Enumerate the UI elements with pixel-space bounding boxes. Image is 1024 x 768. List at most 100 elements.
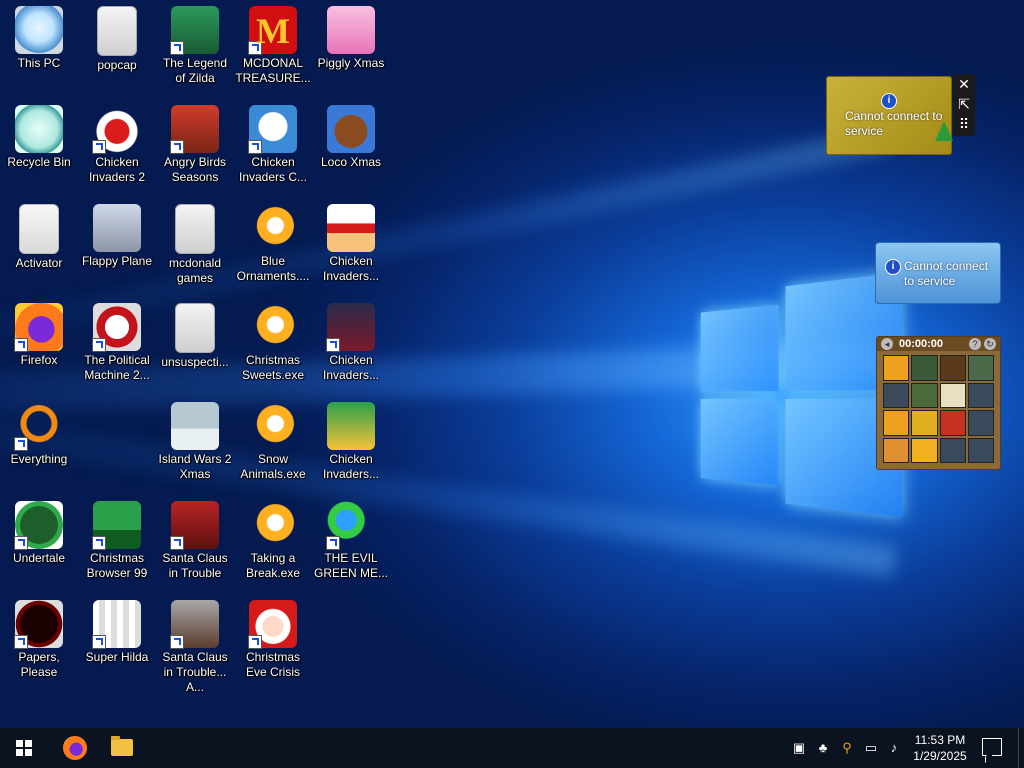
xmas-game-icon — [249, 303, 297, 351]
desktop-icon-chicken-invaders-b[interactable]: Chicken Invaders... — [312, 297, 390, 383]
resize-icon[interactable]: ⇱ — [953, 94, 975, 114]
xmas-game-icon — [249, 204, 297, 252]
clock-time: 11:53 PM — [914, 733, 966, 747]
drag-handle-icon[interactable]: ⠿ — [953, 114, 975, 134]
taskbar: ▣ ♣ ⚲ ▭ ♪ 11:53 PM 1/29/2025 — [0, 728, 1024, 768]
desktop-icon-chicken-invaders-c[interactable]: Chicken Invaders C... — [234, 99, 312, 185]
puzzle-tile[interactable] — [967, 382, 994, 408]
puzzle-tile[interactable] — [967, 355, 994, 381]
desktop-icon-christmas-eve-crisis[interactable]: Christmas Eve Crisis — [234, 594, 312, 680]
help-icon[interactable]: ? — [969, 338, 981, 350]
desktop-icon-christmas-browser-99[interactable]: Christmas Browser 99 — [78, 495, 156, 581]
desktop-icon-taking-a-break[interactable]: Taking a Break.exe — [234, 495, 312, 581]
puzzle-tile[interactable] — [939, 437, 966, 463]
info-icon: i — [881, 93, 897, 109]
desktop-icon-activator[interactable]: Activator — [0, 198, 78, 271]
shortcut-arrow-icon — [14, 437, 28, 451]
start-button[interactable] — [0, 728, 48, 768]
puzzle-tile[interactable] — [911, 355, 938, 381]
desktop-icon-mcdonald-games[interactable]: mcdonald games — [156, 198, 234, 286]
notification-center-icon[interactable] — [982, 738, 1002, 756]
folder-icon — [175, 204, 215, 254]
desktop-icon-evil-green-messenger[interactable]: THE EVIL GREEN ME... — [312, 495, 390, 581]
shortcut-arrow-icon — [92, 635, 106, 649]
puzzle-tile[interactable] — [911, 382, 938, 408]
shortcut-arrow-icon — [14, 536, 28, 550]
desktop-icon-mcdonal-treasure[interactable]: MCDONAL TREASURE... — [234, 0, 312, 86]
folder-icon — [175, 303, 215, 353]
computer-icon — [15, 6, 63, 54]
taskbar-file-explorer-button[interactable] — [99, 728, 147, 768]
shortcut-arrow-icon — [14, 635, 28, 649]
desktop-icon-this-pc[interactable]: This PC — [0, 0, 78, 71]
desktop-icon-angry-birds-seasons[interactable]: Angry Birds Seasons — [156, 99, 234, 185]
desktop-icon-papers-please[interactable]: Papers, Please — [0, 594, 78, 680]
puzzle-grid — [883, 355, 994, 463]
angry-birds-icon — [170, 105, 219, 154]
puzzle-tile[interactable] — [911, 437, 938, 463]
picture-puzzle-gadget[interactable]: ◂ 00:00:00 ? ↻ — [876, 336, 1001, 470]
desktop-icon-legend-of-zilda[interactable]: The Legend of Zilda — [156, 0, 234, 86]
puzzle-tile[interactable] — [883, 437, 910, 463]
desktop-icon-recycle-bin[interactable]: Recycle Bin — [0, 99, 78, 170]
weather-gadget[interactable]: i Cannot connect to service — [826, 76, 953, 155]
desktop-icon-christmas-sweets[interactable]: Christmas Sweets.exe — [234, 297, 312, 383]
shortcut-arrow-icon — [14, 338, 28, 352]
desktop-icon-popcap[interactable]: popcap — [78, 0, 156, 73]
network-people-icon[interactable]: ♣ — [815, 740, 831, 756]
messenger-icon — [326, 501, 375, 550]
desktop-icon-santa-claus-in-trouble-again[interactable]: Santa Claus in Trouble... A... — [156, 594, 234, 695]
desktop-icon-political-machine[interactable]: The Political Machine 2... — [78, 297, 156, 383]
shortcut-arrow-icon — [326, 338, 340, 352]
desktop-icon-chicken-invaders-2[interactable]: Chicken Invaders 2 — [78, 99, 156, 185]
desktop-icon-flappy-plane[interactable]: Flappy Plane — [78, 198, 156, 269]
show-desktop-button[interactable] — [1018, 728, 1024, 768]
desktop-icon-firefox[interactable]: Firefox — [0, 297, 78, 368]
desktop-icon-piggly-xmas[interactable]: Piggly Xmas — [312, 0, 390, 71]
desktop-icon-blue-ornaments[interactable]: Blue Ornaments.... — [234, 198, 312, 284]
santa-icon — [170, 501, 219, 550]
puzzle-tile[interactable] — [883, 410, 910, 436]
desktop-icon-unsuspecti[interactable]: unsuspecti... — [156, 297, 234, 370]
chicken-invaders-icon — [92, 105, 141, 154]
xmas-game-icon — [249, 402, 297, 450]
puzzle-tile[interactable] — [967, 437, 994, 463]
feed-gadget[interactable]: i Cannot connect to service — [875, 242, 1001, 304]
search-tool-icon[interactable]: ⚲ — [839, 740, 855, 756]
security-icon[interactable]: ▣ — [791, 740, 807, 756]
back-icon[interactable]: ◂ — [881, 338, 893, 350]
desktop-icon-super-hilda[interactable]: Super Hilda — [78, 594, 156, 665]
puzzle-tile[interactable] — [883, 355, 910, 381]
desktop-icon-chicken-invaders-d[interactable]: Chicken Invaders... — [312, 396, 390, 482]
puzzle-tile[interactable] — [967, 410, 994, 436]
taskbar-firefox-button[interactable] — [51, 728, 99, 768]
shortcut-arrow-icon — [248, 41, 262, 55]
taskbar-clock[interactable]: 11:53 PM 1/29/2025 — [906, 732, 974, 764]
desktop-icon-chicken-invaders-a[interactable]: Chicken Invaders... — [312, 198, 390, 284]
desktop-icon-loco-xmas[interactable]: Loco Xmas — [312, 99, 390, 170]
shortcut-arrow-icon — [326, 536, 340, 550]
desktop-icon-santa-claus-in-trouble[interactable]: Santa Claus in Trouble — [156, 495, 234, 581]
puzzle-tile[interactable] — [939, 355, 966, 381]
puzzle-tile[interactable] — [911, 410, 938, 436]
snowman-icon — [248, 105, 297, 154]
close-icon[interactable]: ✕ — [953, 74, 975, 94]
desktop-icon-snow-animals[interactable]: Snow Animals.exe — [234, 396, 312, 482]
shortcut-arrow-icon — [170, 536, 184, 550]
puzzle-tile[interactable] — [939, 410, 966, 436]
puzzle-timer: 00:00:00 — [899, 338, 944, 350]
file-explorer-icon — [111, 736, 133, 756]
puzzle-tile[interactable] — [883, 382, 910, 408]
puzzle-tile[interactable] — [939, 382, 966, 408]
desktop-icon-everything[interactable]: Everything — [0, 396, 78, 467]
santa-icon — [170, 600, 219, 649]
refresh-icon[interactable]: ↻ — [984, 338, 996, 350]
flappy-plane-icon — [93, 204, 141, 252]
network-icon[interactable]: ▭ — [863, 740, 879, 756]
desktop-icon-island-wars-2-xmas[interactable]: Island Wars 2 Xmas — [156, 396, 234, 482]
shortcut-arrow-icon — [170, 140, 184, 154]
desktop-icon-undertale[interactable]: Undertale — [0, 495, 78, 566]
shortcut-arrow-icon — [170, 41, 184, 55]
volume-icon[interactable]: ♪ — [886, 740, 902, 756]
shortcut-arrow-icon — [92, 140, 106, 154]
